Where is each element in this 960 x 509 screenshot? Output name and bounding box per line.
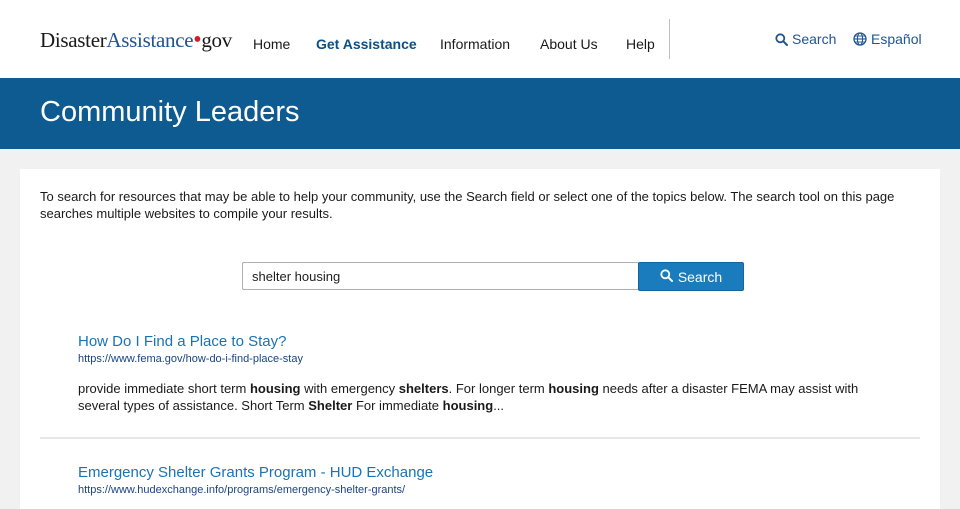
result-snippet: provide immediate short term housing wit… xyxy=(78,381,859,413)
intro-text: To search for resources that may be able… xyxy=(40,189,895,221)
result-title-link[interactable]: How Do I Find a Place to Stay? xyxy=(78,333,898,350)
site-header: DisasterAssistance•gov Home Get Assistan… xyxy=(0,0,960,78)
result-title-link[interactable]: Emergency Shelter Grants Program - HUD E… xyxy=(78,464,898,481)
logo-text-gov: gov xyxy=(201,28,232,52)
search-input[interactable] xyxy=(242,262,639,290)
search-icon xyxy=(775,32,788,46)
nav-about-us[interactable]: About Us xyxy=(540,36,598,52)
page-banner: Community Leaders xyxy=(0,78,960,149)
result-url: https://www.fema.gov/how-do-i-find-place… xyxy=(78,353,303,365)
results-divider xyxy=(40,437,920,439)
search-icon xyxy=(660,268,673,285)
result-url: https://www.hudexchange.info/programs/em… xyxy=(78,484,406,496)
search-result: Emergency Shelter Grants Program - HUD E… xyxy=(78,464,898,496)
search-result: How Do I Find a Place to Stay? https://w… xyxy=(78,333,898,414)
site-logo[interactable]: DisasterAssistance•gov xyxy=(40,28,232,53)
nav-get-assistance[interactable]: Get Assistance xyxy=(316,36,417,52)
search-button-label: Search xyxy=(677,268,723,285)
search-button[interactable]: Search xyxy=(638,262,744,291)
logo-text-assistance: Assistance xyxy=(106,28,194,52)
nav-home[interactable]: Home xyxy=(253,36,290,52)
nav-help[interactable]: Help xyxy=(626,36,655,52)
language-label: Español xyxy=(871,31,922,47)
header-search-link[interactable]: Search xyxy=(775,31,836,47)
globe-icon xyxy=(853,32,867,46)
content-card: To search for resources that may be able… xyxy=(20,169,940,509)
language-link[interactable]: Español xyxy=(853,31,922,47)
nav-divider xyxy=(669,19,670,59)
page-title: Community Leaders xyxy=(40,96,300,128)
logo-text-disaster: Disaster xyxy=(40,28,107,52)
header-search-label: Search xyxy=(792,31,837,47)
nav-information[interactable]: Information xyxy=(440,36,510,52)
